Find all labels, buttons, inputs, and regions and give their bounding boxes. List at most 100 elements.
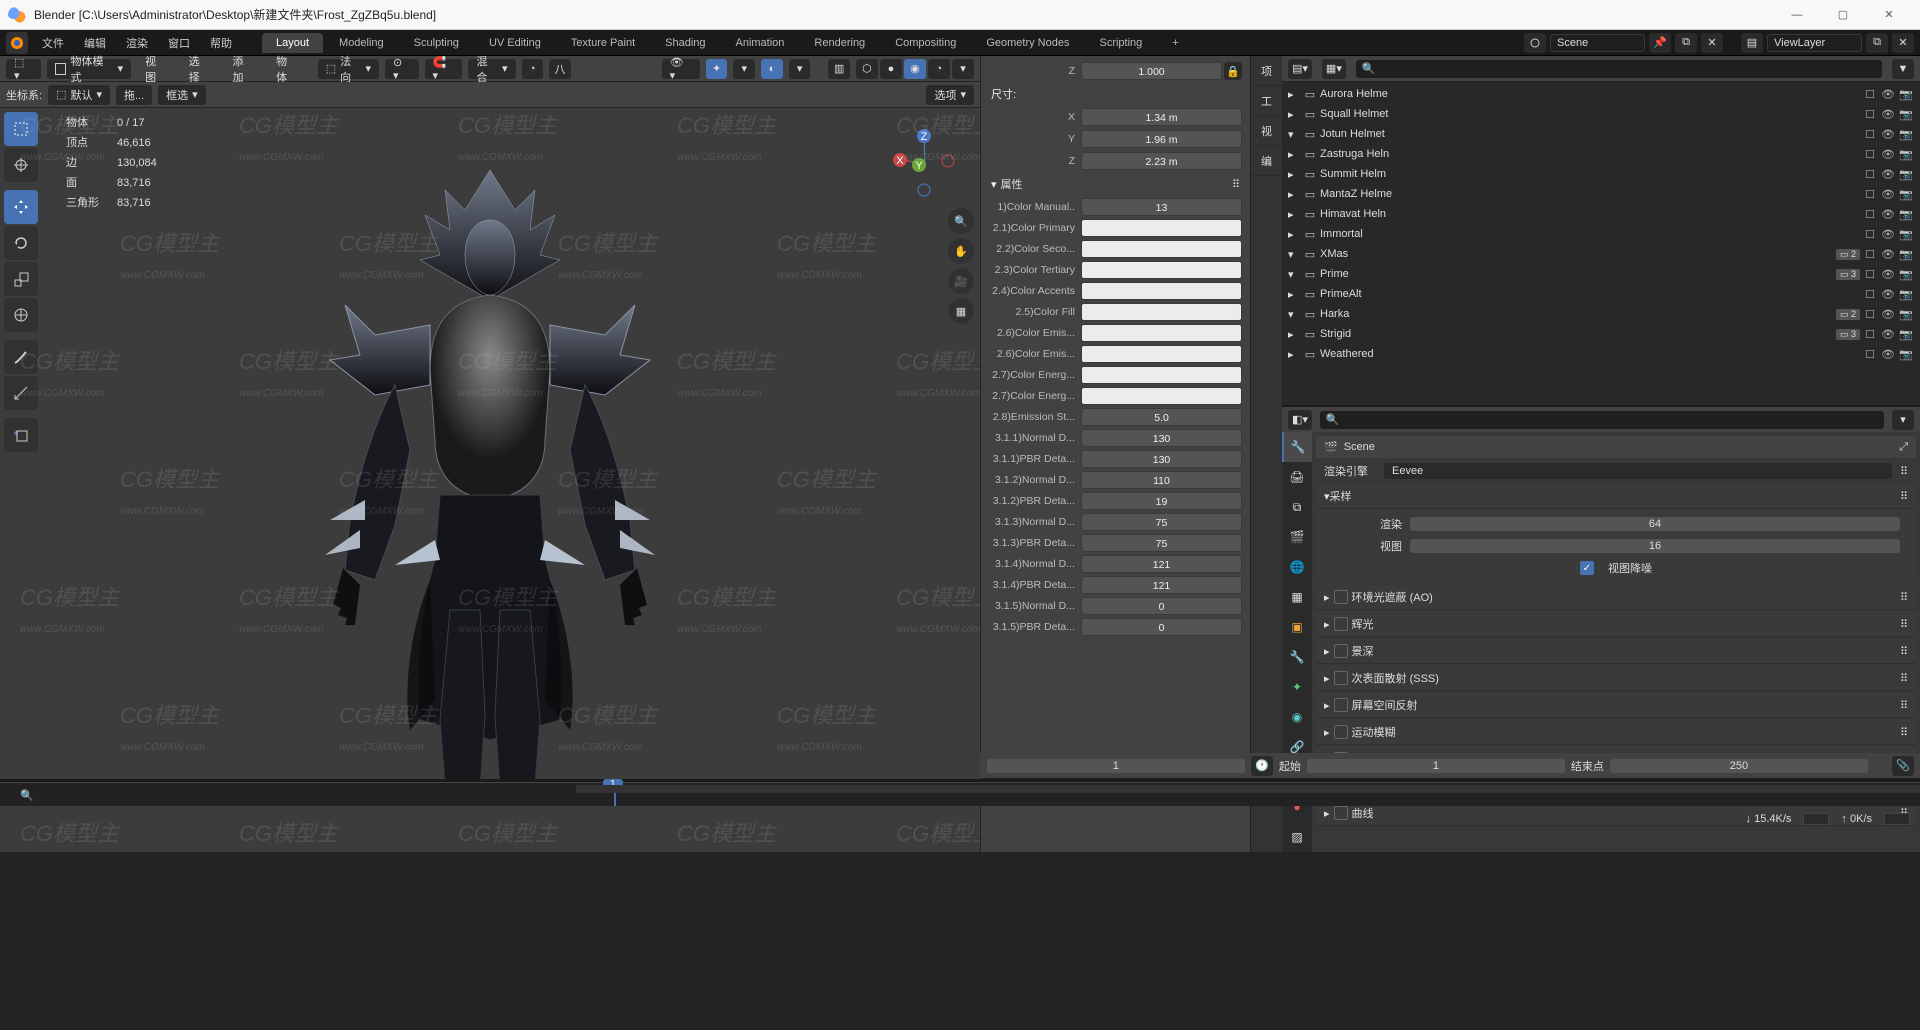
render-toggle[interactable]: 📷 (1898, 166, 1914, 182)
number-field[interactable]: 130 (1081, 429, 1242, 447)
tool-add-primitive[interactable] (4, 418, 38, 452)
color-swatch[interactable] (1081, 387, 1242, 405)
scene-pin-icon[interactable]: 📌 (1649, 33, 1671, 53)
section-header[interactable]: ▸ 运动模糊⠿ (1316, 720, 1916, 745)
number-field[interactable]: 121 (1081, 555, 1242, 573)
viewport-menu-select[interactable]: 选择 (181, 53, 219, 85)
lock-icon[interactable]: 🔒 (1224, 62, 1242, 80)
drag-action[interactable]: 拖... (116, 85, 152, 105)
gpencil-icon[interactable]: ◔ (522, 59, 544, 79)
denoise-checkbox[interactable]: ✓ (1580, 561, 1594, 575)
visibility-toggle[interactable]: 👁 (1880, 146, 1896, 162)
zoom-icon[interactable]: 🔍 (948, 208, 974, 234)
scene-delete-icon[interactable]: ✕ (1701, 33, 1723, 53)
props-mode-select[interactable]: ◧▾ (1288, 410, 1312, 430)
orientation-select[interactable]: ⬚ 法向 ▾ (318, 59, 379, 79)
render-toggle[interactable]: 📷 (1898, 326, 1914, 342)
expand-chevron-icon[interactable]: ▾ (1288, 308, 1300, 321)
expand-chevron-icon[interactable]: ▸ (1288, 148, 1300, 161)
number-field[interactable]: 13 (1081, 198, 1242, 216)
options-dropdown[interactable]: 选项 ▾ (926, 85, 974, 105)
color-swatch[interactable] (1081, 219, 1242, 237)
field-dim-x[interactable]: 1.34 m (1081, 108, 1242, 126)
ntab-item[interactable]: 项 (1251, 56, 1282, 86)
render-toggle[interactable]: 📷 (1898, 186, 1914, 202)
outliner-row[interactable]: ▸ ▭ Squall Helmet ☐ 👁 📷 (1282, 104, 1920, 124)
workspace-tab-modeling[interactable]: Modeling (325, 33, 398, 53)
color-swatch[interactable] (1081, 240, 1242, 258)
tool-measure[interactable] (4, 376, 38, 410)
prop-tab-physics[interactable]: ◉ (1282, 702, 1312, 732)
prop-tab-object[interactable]: ▣ (1282, 612, 1312, 642)
outliner-panel[interactable]: ▤▾ ▦▾ 🔍 ▼ ▸ ▭ Aurora Helme ☐ 👁 📷▸ ▭ Squa… (1282, 56, 1920, 406)
viewlayer-select[interactable]: ViewLayer (1767, 34, 1862, 52)
mode-select[interactable]: 物体模式 ▾ (47, 59, 131, 79)
render-toggle[interactable]: 📷 (1898, 266, 1914, 282)
editor-type-select[interactable]: ⬚ ▾ (6, 59, 41, 79)
ntab-view[interactable]: 视 (1251, 116, 1282, 146)
outliner-search[interactable]: 🔍 (1356, 60, 1882, 78)
prop-tab-texture[interactable]: ▨ (1282, 822, 1312, 852)
tool-scale[interactable] (4, 262, 38, 296)
visibility-toggle[interactable]: 👁 (1880, 346, 1896, 362)
outliner-row[interactable]: ▸ ▭ Immortal ☐ 👁 📷 (1282, 224, 1920, 244)
workspace-tab-uv-editing[interactable]: UV Editing (475, 33, 555, 53)
number-field[interactable]: 19 (1081, 492, 1242, 510)
exclude-toggle[interactable]: ☐ (1862, 146, 1878, 162)
outliner-row[interactable]: ▸ ▭ Weathered ☐ 👁 📷 (1282, 344, 1920, 364)
number-field[interactable]: 75 (1081, 513, 1242, 531)
render-samples[interactable]: 64 (1410, 517, 1900, 531)
section-header[interactable]: ▸ 次表面散射 (SSS)⠿ (1316, 666, 1916, 691)
timeline-pin-icon[interactable]: 📎 (1892, 756, 1914, 776)
field-dim-z[interactable]: 2.23 m (1081, 152, 1242, 170)
viewlayer-browse-icon[interactable]: ▤ (1741, 33, 1763, 53)
end-frame[interactable]: 250 (1610, 759, 1868, 773)
viewport-samples[interactable]: 16 (1410, 539, 1900, 553)
visibility-toggle[interactable]: 👁 (1880, 206, 1896, 222)
outliner-row[interactable]: ▸ ▭ Strigid ▭ 3 ☐ 👁 📷 (1282, 324, 1920, 344)
visibility-toggle[interactable]: 👁 (1880, 326, 1896, 342)
exclude-toggle[interactable]: ☐ (1862, 186, 1878, 202)
expand-chevron-icon[interactable]: ▾ (1288, 248, 1300, 261)
workspace-tab-animation[interactable]: Animation (722, 33, 799, 53)
number-field[interactable]: 75 (1081, 534, 1242, 552)
expand-chevron-icon[interactable]: ▸ (1288, 328, 1300, 341)
start-frame[interactable]: 1 (1307, 759, 1565, 773)
prop-tab-viewlayer[interactable]: ⧉ (1282, 492, 1312, 522)
workspace-tab-sculpting[interactable]: Sculpting (400, 33, 473, 53)
section-header[interactable]: ▸ 景深⠿ (1316, 639, 1916, 664)
exclude-toggle[interactable]: ☐ (1862, 346, 1878, 362)
outliner-row[interactable]: ▸ ▭ Himavat Heln ☐ 👁 📷 (1282, 204, 1920, 224)
tool-annotate[interactable] (4, 340, 38, 374)
visibility-toggle[interactable]: 👁 (1880, 86, 1896, 102)
visibility-toggle[interactable]: 👁 (1880, 126, 1896, 142)
tool-cursor[interactable] (4, 148, 38, 182)
render-toggle[interactable]: 📷 (1898, 226, 1914, 242)
minimize-button[interactable]: — (1774, 0, 1820, 30)
render-toggle[interactable]: 📷 (1898, 346, 1914, 362)
gizmo-opts[interactable]: ▾ (733, 59, 755, 79)
visibility-toggle[interactable]: 👁 (1880, 186, 1896, 202)
exclude-toggle[interactable]: ☐ (1862, 266, 1878, 282)
number-field[interactable]: 130 (1081, 450, 1242, 468)
color-swatch[interactable] (1081, 366, 1242, 384)
section-header[interactable]: ▸ 屏幕空间反射⠿ (1316, 693, 1916, 718)
color-swatch[interactable] (1081, 324, 1242, 342)
proportional-select[interactable]: 混合 ▾ (468, 59, 515, 79)
outliner-row[interactable]: ▾ ▭ Prime ▭ 3 ☐ 👁 📷 (1282, 264, 1920, 284)
prop-tab-particles[interactable]: ✦ (1282, 672, 1312, 702)
scene-select[interactable]: Scene (1550, 34, 1645, 52)
render-toggle[interactable]: 📷 (1898, 306, 1914, 322)
prop-tab-world[interactable]: 🌐 (1282, 552, 1312, 582)
tool-rotate[interactable] (4, 226, 38, 260)
prop-tab-render[interactable]: 🔧 (1282, 432, 1312, 462)
engine-select[interactable]: Eevee (1384, 463, 1892, 479)
workspace-tab-geometry-nodes[interactable]: Geometry Nodes (972, 33, 1083, 53)
color-swatch[interactable] (1081, 261, 1242, 279)
number-field[interactable]: 0 (1081, 618, 1242, 636)
expand-chevron-icon[interactable]: ▸ (1288, 188, 1300, 201)
outliner-row[interactable]: ▸ ▭ Summit Helm ☐ 👁 📷 (1282, 164, 1920, 184)
render-toggle[interactable]: 📷 (1898, 126, 1914, 142)
viewport-body[interactable]: 物体0 / 17 顶点46,616 边130,084 面83,716 三角形83… (0, 108, 980, 852)
tool-move[interactable] (4, 190, 38, 224)
